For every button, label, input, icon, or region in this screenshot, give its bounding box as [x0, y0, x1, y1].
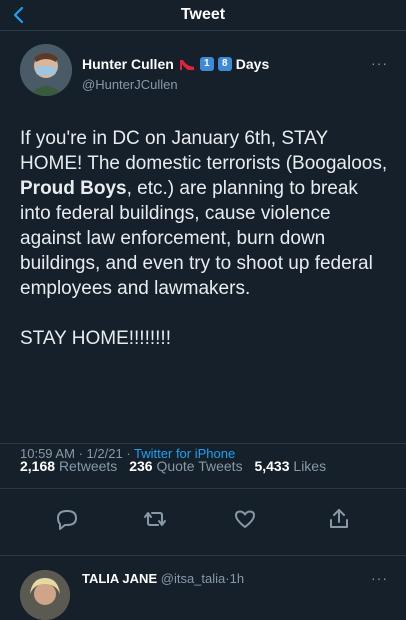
share-button[interactable]: [324, 506, 354, 532]
reply-time: 1h: [229, 571, 245, 586]
tweet-text-bold: Proud Boys: [20, 178, 127, 199]
retweet-icon: [144, 512, 166, 526]
share-icon: [330, 509, 348, 528]
reply-author-handle: @itsa_talia: [160, 571, 226, 586]
heart-icon: [235, 510, 255, 528]
avatar-image: [20, 44, 72, 96]
tweet-text-before: If you're in DC on January 6th, STAY HOM…: [20, 128, 388, 174]
retweets-stat[interactable]: 2,168 Retweets: [20, 458, 117, 474]
author-name-text: Hunter Cullen: [82, 56, 174, 72]
divider: [0, 488, 406, 489]
likes-label: Likes: [293, 458, 327, 474]
reply-avatar[interactable]: [20, 570, 70, 620]
author-avatar[interactable]: [20, 44, 72, 96]
likes-stat[interactable]: 5,433 Likes: [254, 458, 326, 474]
reply-tweet[interactable]: TALIA JANE @itsa_talia·1h ···: [0, 556, 406, 620]
retweet-button[interactable]: [140, 506, 170, 532]
page-title: Tweet: [180, 6, 226, 23]
divider: [0, 443, 406, 444]
quote-tweets-stat[interactable]: 236 Quote Tweets: [129, 458, 242, 474]
retweets-count: 2,168: [20, 458, 56, 474]
tweet-stats: 2,168 Retweets 236 Quote Tweets 5,433 Li…: [20, 458, 334, 474]
reply-author: TALIA JANE @itsa_talia·1h: [82, 571, 244, 586]
badge-suffix: Days: [235, 56, 270, 72]
more-options-icon[interactable]: ···: [371, 570, 388, 586]
likes-count: 5,433: [254, 458, 290, 474]
reply-icon: [57, 510, 77, 530]
reply-avatar-image: [20, 570, 70, 620]
reply-button[interactable]: [52, 506, 82, 532]
quotes-label: Quote Tweets: [156, 458, 243, 474]
quotes-count: 236: [129, 458, 153, 474]
more-options-icon[interactable]: ···: [371, 55, 388, 71]
action-bar: [0, 500, 406, 540]
top-bar: Tweet: [0, 0, 406, 31]
retweets-label: Retweets: [58, 458, 118, 474]
author-handle[interactable]: @HunterJCullen: [82, 77, 178, 92]
reply-author-name[interactable]: TALIA JANE: [82, 571, 157, 586]
badge-digit-2: 8: [217, 57, 232, 71]
high-heel-icon: [179, 60, 194, 70]
tweet-paragraph-1: If you're in DC on January 6th, STAY HOM…: [20, 126, 392, 301]
like-button[interactable]: [230, 506, 260, 532]
tweet-text: If you're in DC on January 6th, STAY HOM…: [20, 126, 392, 351]
badge-digit-1: 1: [199, 57, 214, 71]
author-name[interactable]: Hunter Cullen 1 8 Days: [82, 56, 269, 72]
tweet-paragraph-2: STAY HOME!!!!!!!!: [20, 328, 171, 349]
